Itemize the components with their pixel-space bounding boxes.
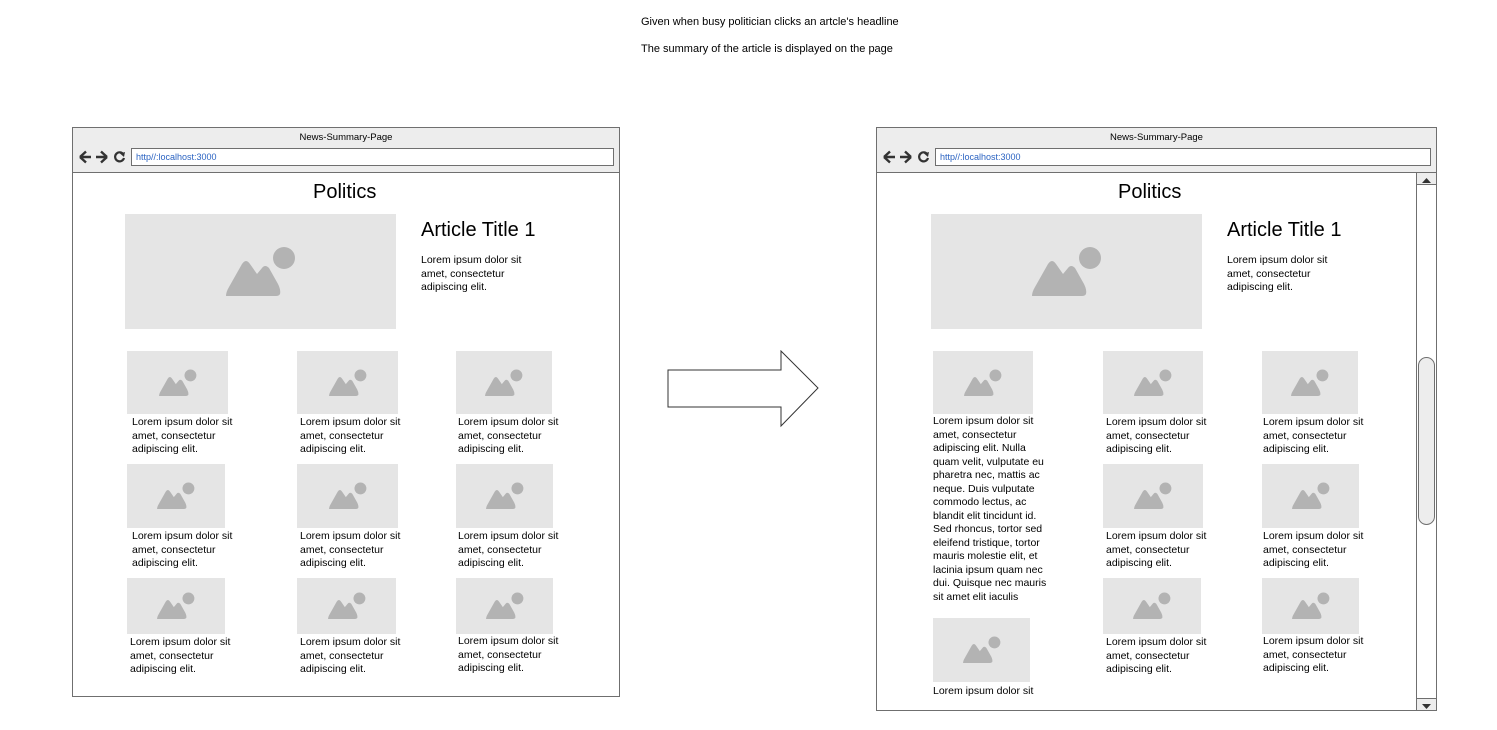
card-text: Lorem ipsum dolor sit amet, consectetur … (1263, 530, 1364, 569)
section-title: Politics (313, 181, 377, 203)
card-text: Lorem ipsum dolor sit amet, consectetur … (458, 530, 559, 569)
reload-icon[interactable] (917, 150, 930, 164)
image-placeholder-icon (962, 636, 1000, 663)
article-snippet: Lorem ipsum dolor sit amet, consectetur … (1227, 254, 1328, 293)
browser-window-after: News-Summary-Page http//:localhost:3000 … (876, 127, 1437, 711)
image-placeholder-icon (1291, 592, 1329, 619)
card-image[interactable] (127, 578, 225, 634)
card-text: Lorem ipsum dolor sit amet, consectetur … (132, 530, 233, 569)
card-text: Lorem ipsum dolor sit amet, consectetur … (300, 636, 401, 675)
image-placeholder-icon (1291, 368, 1329, 396)
card-text: Lorem ipsum dolor sit amet, consectetur … (458, 416, 559, 455)
image-placeholder-icon (327, 592, 365, 619)
browser-window-before: News-Summary-Page http//:localhost:3000 … (72, 127, 620, 697)
card-image[interactable] (1103, 464, 1203, 528)
card-text: Lorem ipsum dolor sit amet, consectetur … (1106, 416, 1207, 455)
card-text: Lorem ipsum dolor sit amet, consectetur … (1106, 636, 1207, 675)
arrow-right-icon[interactable] (95, 150, 108, 164)
card-image[interactable] (297, 351, 398, 414)
card-image[interactable] (933, 351, 1033, 414)
card-text: Lorem ipsum dolor sit amet, consectetur … (130, 636, 231, 675)
card-image[interactable] (456, 464, 553, 528)
arrow-left-icon[interactable] (883, 150, 896, 164)
card-image[interactable] (456, 351, 552, 414)
window-title: News-Summary-Page (1110, 132, 1203, 143)
card-image[interactable] (1262, 578, 1359, 634)
card-text: Lorem ipsum dolor sit amet, consectetur … (1263, 635, 1364, 674)
article-title-link[interactable]: Article Title 1 (1227, 219, 1341, 242)
image-placeholder-icon (964, 368, 1002, 396)
arrow-left-icon[interactable] (79, 150, 92, 164)
article-title-link[interactable]: Article Title 1 (421, 219, 535, 242)
image-placeholder-icon (1134, 482, 1172, 509)
image-placeholder-icon (328, 368, 366, 396)
card-text: Lorem ipsum dolor sit amet, consectetur … (1106, 530, 1207, 569)
given-caption: Given when busy politician clicks an art… (641, 16, 899, 28)
image-placeholder-icon (225, 246, 295, 296)
image-placeholder-icon (158, 368, 196, 396)
card-image[interactable] (1103, 578, 1201, 634)
card-image[interactable] (297, 464, 398, 528)
image-placeholder-icon (157, 482, 195, 509)
card-image[interactable] (1262, 351, 1358, 414)
image-placeholder-icon (485, 482, 523, 509)
url-field[interactable]: http//:localhost:3000 (935, 148, 1431, 166)
card-image[interactable] (1262, 464, 1359, 528)
triangle-down-icon (1422, 704, 1431, 709)
card-text: Lorem ipsum dolor sit amet, consectetur … (458, 635, 559, 674)
card-image[interactable] (1103, 351, 1203, 414)
card-text: Lorem ipsum dolor sit amet, consectetur … (300, 416, 401, 455)
window-title: News-Summary-Page (299, 132, 393, 143)
url-field[interactable]: http//:localhost:3000 (131, 148, 614, 166)
scroll-down-button[interactable] (1417, 698, 1436, 710)
browser-toolbar: News-Summary-Page http//:localhost:3000 (73, 128, 619, 173)
card-image[interactable] (127, 351, 228, 414)
image-placeholder-icon (1291, 482, 1329, 509)
arrow-right-icon[interactable] (899, 150, 912, 164)
image-placeholder-icon (485, 368, 523, 396)
hero-image[interactable] (125, 214, 396, 329)
section-title: Politics (1118, 181, 1182, 203)
block-arrow-right-icon (667, 350, 819, 428)
image-placeholder-icon (485, 592, 523, 619)
scroll-up-button[interactable] (1417, 173, 1436, 185)
page-content: Politics Article Title 1 Lorem ipsum dol… (877, 173, 1436, 710)
card-text: Lorem ipsum dolor sit amet, consectetur … (1263, 416, 1364, 455)
card-image[interactable] (127, 464, 225, 528)
card-image[interactable] (456, 578, 553, 634)
then-caption: The summary of the article is displayed … (641, 43, 893, 55)
page-content: Politics Article Title 1 Lorem ipsum dol… (73, 173, 619, 696)
card-image[interactable] (297, 578, 396, 634)
image-placeholder-icon (328, 482, 366, 509)
scrollbar-thumb[interactable] (1418, 357, 1435, 525)
vertical-scrollbar[interactable] (1416, 173, 1436, 710)
card-text: Lorem ipsum dolor sit amet, consectetur … (300, 530, 401, 569)
expanded-summary: Lorem ipsum dolor sit amet, consectetur … (933, 415, 1047, 603)
image-placeholder-icon (1133, 592, 1171, 619)
card-image[interactable] (933, 618, 1030, 682)
image-placeholder-icon (157, 592, 195, 619)
reload-icon[interactable] (113, 150, 126, 164)
image-placeholder-icon (1134, 368, 1172, 396)
browser-toolbar: News-Summary-Page http//:localhost:3000 (877, 128, 1436, 173)
article-snippet: Lorem ipsum dolor sit amet, consectetur … (421, 254, 522, 293)
triangle-up-icon (1422, 178, 1431, 183)
image-placeholder-icon (1031, 246, 1101, 296)
hero-image[interactable] (931, 214, 1202, 329)
card-text-partial: Lorem ipsum dolor sit (933, 685, 1034, 697)
card-text: Lorem ipsum dolor sit amet, consectetur … (132, 416, 233, 455)
